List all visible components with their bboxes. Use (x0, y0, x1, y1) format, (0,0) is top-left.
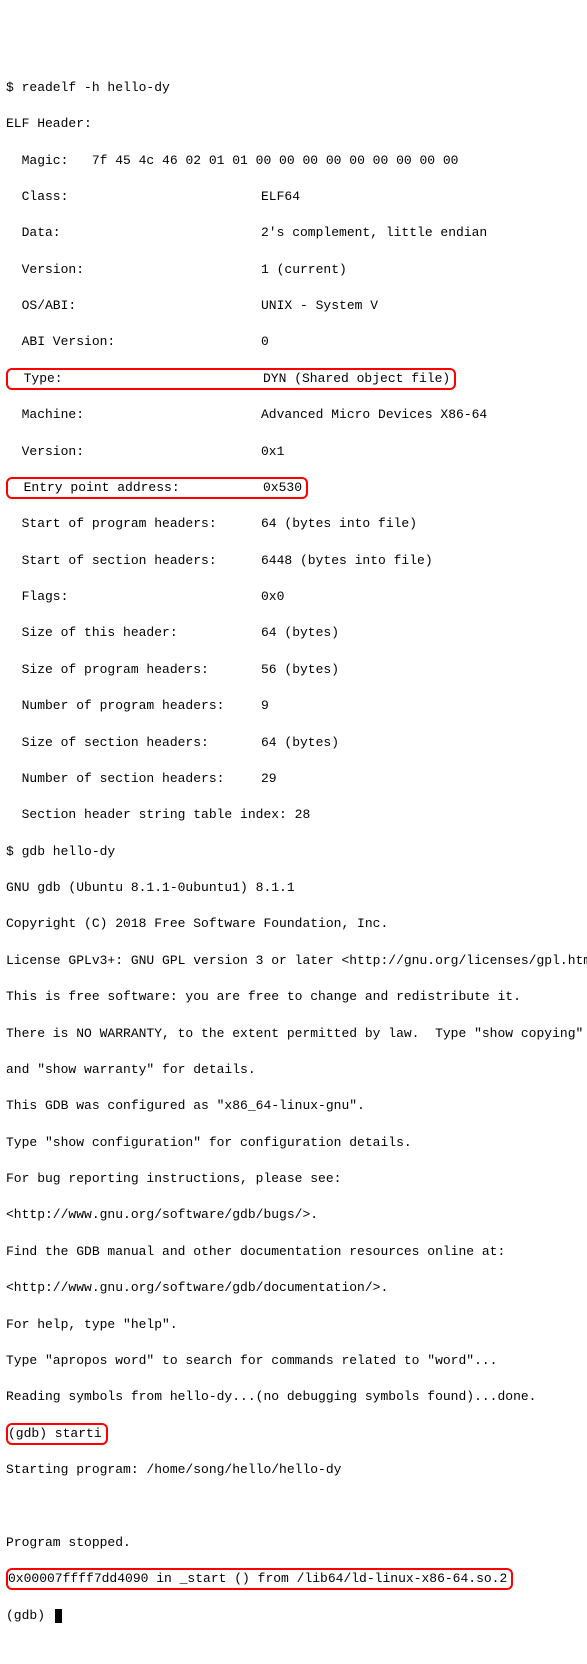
gdb-banner-13: For help, type "help". (6, 1316, 581, 1334)
elf-data: Data:2's complement, little endian (6, 224, 581, 242)
elf-num-program-headers: Number of program headers:9 (6, 697, 581, 715)
value: 1 (current) (261, 261, 347, 279)
label: Number of program headers: (6, 697, 261, 715)
label: ABI Version: (6, 333, 261, 351)
elf-osabi: OS/ABI:UNIX - System V (6, 297, 581, 315)
gdb-banner-7: This GDB was configured as "x86_64-linux… (6, 1097, 581, 1115)
cmd-gdb: $ gdb hello-dy (6, 843, 581, 861)
gdb-banner-14: Type "apropos word" to search for comman… (6, 1352, 581, 1370)
elf-version: Version:1 (current) (6, 261, 581, 279)
value: 64 (bytes into file) (261, 515, 417, 533)
elf-start-section-headers: Start of section headers:6448 (bytes int… (6, 552, 581, 570)
elf-size-this-header: Size of this header:64 (bytes) (6, 624, 581, 642)
gdb-stop-addr-highlight: 0x00007ffff7dd4090 in _start () from /li… (6, 1568, 513, 1590)
label: Start of program headers: (6, 515, 261, 533)
cursor-icon (55, 1609, 62, 1623)
elf-start-program-headers: Start of program headers:64 (bytes into … (6, 515, 581, 533)
label: Class: (6, 188, 261, 206)
gdb-banner-5: There is NO WARRANTY, to the extent perm… (6, 1025, 581, 1043)
gdb-starti-highlight: (gdb) starti (6, 1423, 108, 1445)
value: 29 (261, 770, 277, 788)
label: Start of section headers: (6, 552, 261, 570)
value: DYN (Shared object file) (263, 370, 450, 388)
label: Version: (6, 261, 261, 279)
value: 7f 45 4c 46 02 01 01 00 00 00 00 00 00 0… (92, 153, 466, 168)
value: 0 (261, 333, 269, 351)
label: Magic: (6, 153, 92, 168)
gdb-banner-8: Type "show configuration" for configurat… (6, 1134, 581, 1152)
value: 0x530 (263, 479, 302, 497)
value: Advanced Micro Devices X86-64 (261, 406, 487, 424)
gdb-stop-addr-wrap: 0x00007ffff7dd4090 in _start () from /li… (6, 1570, 581, 1588)
gdb-stopped: Program stopped. (6, 1534, 581, 1552)
blank-line (6, 1497, 581, 1515)
label: Type: (8, 370, 263, 388)
value: 0x0 (261, 588, 284, 606)
label: Entry point address: (8, 479, 263, 497)
label: Number of section headers: (6, 770, 261, 788)
elf-type-highlight: Type:DYN (Shared object file) (6, 368, 456, 390)
elf-flags: Flags:0x0 (6, 588, 581, 606)
gdb-prompt-line[interactable]: (gdb) (6, 1607, 581, 1625)
gdb-banner-1: GNU gdb (Ubuntu 8.1.1-0ubuntu1) 8.1.1 (6, 879, 581, 897)
gdb-banner-3: License GPLv3+: GNU GPL version 3 or lat… (6, 952, 581, 970)
label: Size of program headers: (6, 661, 261, 679)
gdb-banner-10: <http://www.gnu.org/software/gdb/bugs/>. (6, 1206, 581, 1224)
elf-abi-version: ABI Version:0 (6, 333, 581, 351)
label: Section header string table index: (6, 807, 287, 822)
elf-num-section-headers: Number of section headers:29 (6, 770, 581, 788)
gdb-banner-15: Reading symbols from hello-dy...(no debu… (6, 1388, 581, 1406)
label: Size of this header: (6, 624, 261, 642)
label: Flags: (6, 588, 261, 606)
value: 2's complement, little endian (261, 224, 487, 242)
label: Version: (6, 443, 261, 461)
value: 28 (295, 807, 311, 822)
value: 9 (261, 697, 269, 715)
elf-size-section-headers: Size of section headers:64 (bytes) (6, 734, 581, 752)
cmd-readelf: $ readelf -h hello-dy (6, 79, 581, 97)
value: 64 (bytes) (261, 624, 339, 642)
value: ELF64 (261, 188, 300, 206)
elf-header-title: ELF Header: (6, 115, 581, 133)
elf-version2: Version:0x1 (6, 443, 581, 461)
label: OS/ABI: (6, 297, 261, 315)
gdb-starting: Starting program: /home/song/hello/hello… (6, 1461, 581, 1479)
elf-size-program-headers: Size of program headers:56 (bytes) (6, 661, 581, 679)
gdb-banner-9: For bug reporting instructions, please s… (6, 1170, 581, 1188)
value: 64 (bytes) (261, 734, 339, 752)
value: UNIX - System V (261, 297, 378, 315)
gdb-starti-wrap: (gdb) starti (6, 1425, 581, 1443)
gdb-banner-11: Find the GDB manual and other documentat… (6, 1243, 581, 1261)
label: Machine: (6, 406, 261, 424)
value: 0x1 (261, 443, 284, 461)
gdb-banner-4: This is free software: you are free to c… (6, 988, 581, 1006)
gdb-prompt: (gdb) (6, 1608, 53, 1623)
elf-class: Class:ELF64 (6, 188, 581, 206)
elf-magic: Magic: 7f 45 4c 46 02 01 01 00 00 00 00 … (6, 152, 581, 170)
gdb-banner-2: Copyright (C) 2018 Free Software Foundat… (6, 915, 581, 933)
elf-entry-highlight: Entry point address:0x530 (6, 477, 308, 499)
elf-machine: Machine:Advanced Micro Devices X86-64 (6, 406, 581, 424)
value: 56 (bytes) (261, 661, 339, 679)
gdb-banner-6: and "show warranty" for details. (6, 1061, 581, 1079)
value: 6448 (bytes into file) (261, 552, 433, 570)
elf-shstrtab-index: Section header string table index: 28 (6, 806, 581, 824)
gdb-banner-12: <http://www.gnu.org/software/gdb/documen… (6, 1279, 581, 1297)
label: Data: (6, 224, 261, 242)
label: Size of section headers: (6, 734, 261, 752)
